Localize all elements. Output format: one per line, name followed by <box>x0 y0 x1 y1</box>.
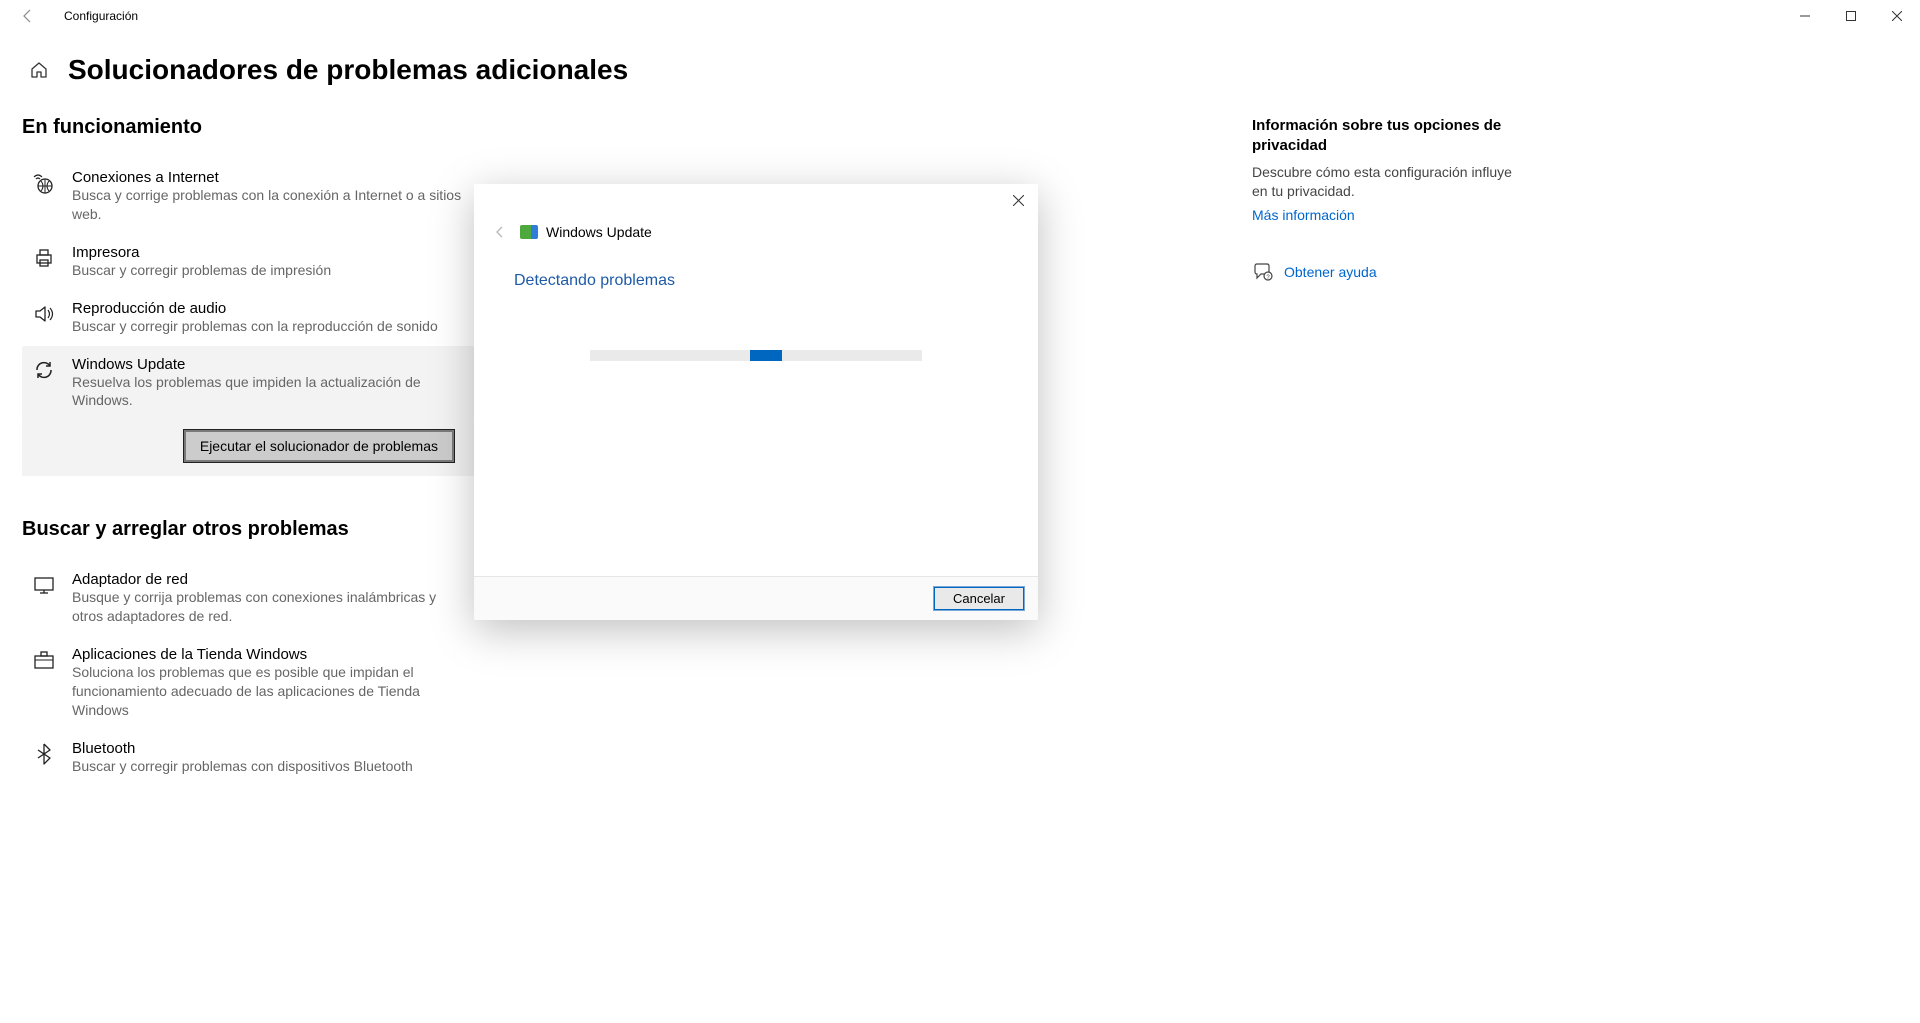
progress-bar <box>590 350 922 361</box>
section-running-title: En funcionamiento <box>22 116 1202 139</box>
troubleshooter-title: Aplicaciones de la Tienda Windows <box>72 646 462 663</box>
help-icon: ? <box>1252 261 1274 283</box>
dialog-back-button[interactable] <box>488 220 512 244</box>
troubleshooter-store-apps[interactable]: Aplicaciones de la Tienda Windows Soluci… <box>22 636 474 730</box>
troubleshooter-desc: Busca y corrige problemas con la conexió… <box>72 186 462 224</box>
printer-icon <box>28 244 60 280</box>
troubleshooter-windows-update[interactable]: Windows Update Resuelva los problemas qu… <box>22 346 474 421</box>
run-troubleshooter-button[interactable]: Ejecutar el solucionador de problemas <box>184 430 454 462</box>
window-title: Configuración <box>64 9 138 23</box>
troubleshooter-title: Adaptador de red <box>72 571 462 588</box>
windows-update-icon <box>520 225 538 239</box>
troubleshooter-title: Conexiones a Internet <box>72 169 462 186</box>
troubleshooter-printer[interactable]: Impresora Buscar y corregir problemas de… <box>22 234 474 290</box>
troubleshooter-dialog: Windows Update Detectando problemas Canc… <box>474 184 1038 620</box>
page-header: Solucionadores de problemas adicionales <box>0 32 1920 86</box>
dialog-title: Detectando problemas <box>514 272 998 290</box>
refresh-icon <box>28 356 60 421</box>
speaker-icon <box>28 300 60 336</box>
info-sidebar: Información sobre tus opciones de privac… <box>1252 116 1512 786</box>
troubleshooter-audio[interactable]: Reproducción de audio Buscar y corregir … <box>22 290 474 346</box>
title-bar: Configuración <box>0 0 1920 32</box>
home-icon[interactable] <box>28 59 50 81</box>
troubleshooter-title: Windows Update <box>72 356 462 373</box>
troubleshooter-desc: Resuelva los problemas que impiden la ac… <box>72 373 462 411</box>
more-info-link[interactable]: Más información <box>1252 207 1355 223</box>
maximize-button[interactable] <box>1828 0 1874 32</box>
troubleshooter-network-adapter[interactable]: Adaptador de red Busque y corrija proble… <box>22 561 474 636</box>
privacy-desc: Descubre cómo esta configuración influye… <box>1252 163 1512 201</box>
progress-chunk <box>750 350 782 361</box>
globe-wifi-icon <box>28 169 60 224</box>
dialog-close-button[interactable] <box>998 184 1038 216</box>
privacy-title: Información sobre tus opciones de privac… <box>1252 116 1512 155</box>
bluetooth-icon <box>28 740 60 776</box>
minimize-button[interactable] <box>1782 0 1828 32</box>
troubleshooter-desc: Busque y corrija problemas con conexione… <box>72 588 462 626</box>
troubleshooter-desc: Buscar y corregir problemas con disposit… <box>72 757 413 776</box>
troubleshooter-desc: Soluciona los problemas que es posible q… <box>72 663 462 720</box>
back-button[interactable] <box>12 0 44 32</box>
get-help-link[interactable]: Obtener ayuda <box>1284 264 1377 280</box>
dialog-app-name: Windows Update <box>546 224 652 240</box>
troubleshooter-desc: Buscar y corregir problemas con la repro… <box>72 317 438 336</box>
troubleshooter-desc: Buscar y corregir problemas de impresión <box>72 261 331 280</box>
troubleshooter-bluetooth[interactable]: Bluetooth Buscar y corregir problemas co… <box>22 730 474 786</box>
monitor-icon <box>28 571 60 626</box>
dialog-cancel-button[interactable]: Cancelar <box>934 587 1024 610</box>
troubleshooter-title: Impresora <box>72 244 331 261</box>
troubleshooter-title: Reproducción de audio <box>72 300 438 317</box>
troubleshooter-title: Bluetooth <box>72 740 413 757</box>
close-button[interactable] <box>1874 0 1920 32</box>
page-title: Solucionadores de problemas adicionales <box>68 54 628 86</box>
run-button-row: Ejecutar el solucionador de problemas <box>22 420 474 476</box>
store-icon <box>28 646 60 720</box>
troubleshooter-internet[interactable]: Conexiones a Internet Busca y corrige pr… <box>22 159 474 234</box>
